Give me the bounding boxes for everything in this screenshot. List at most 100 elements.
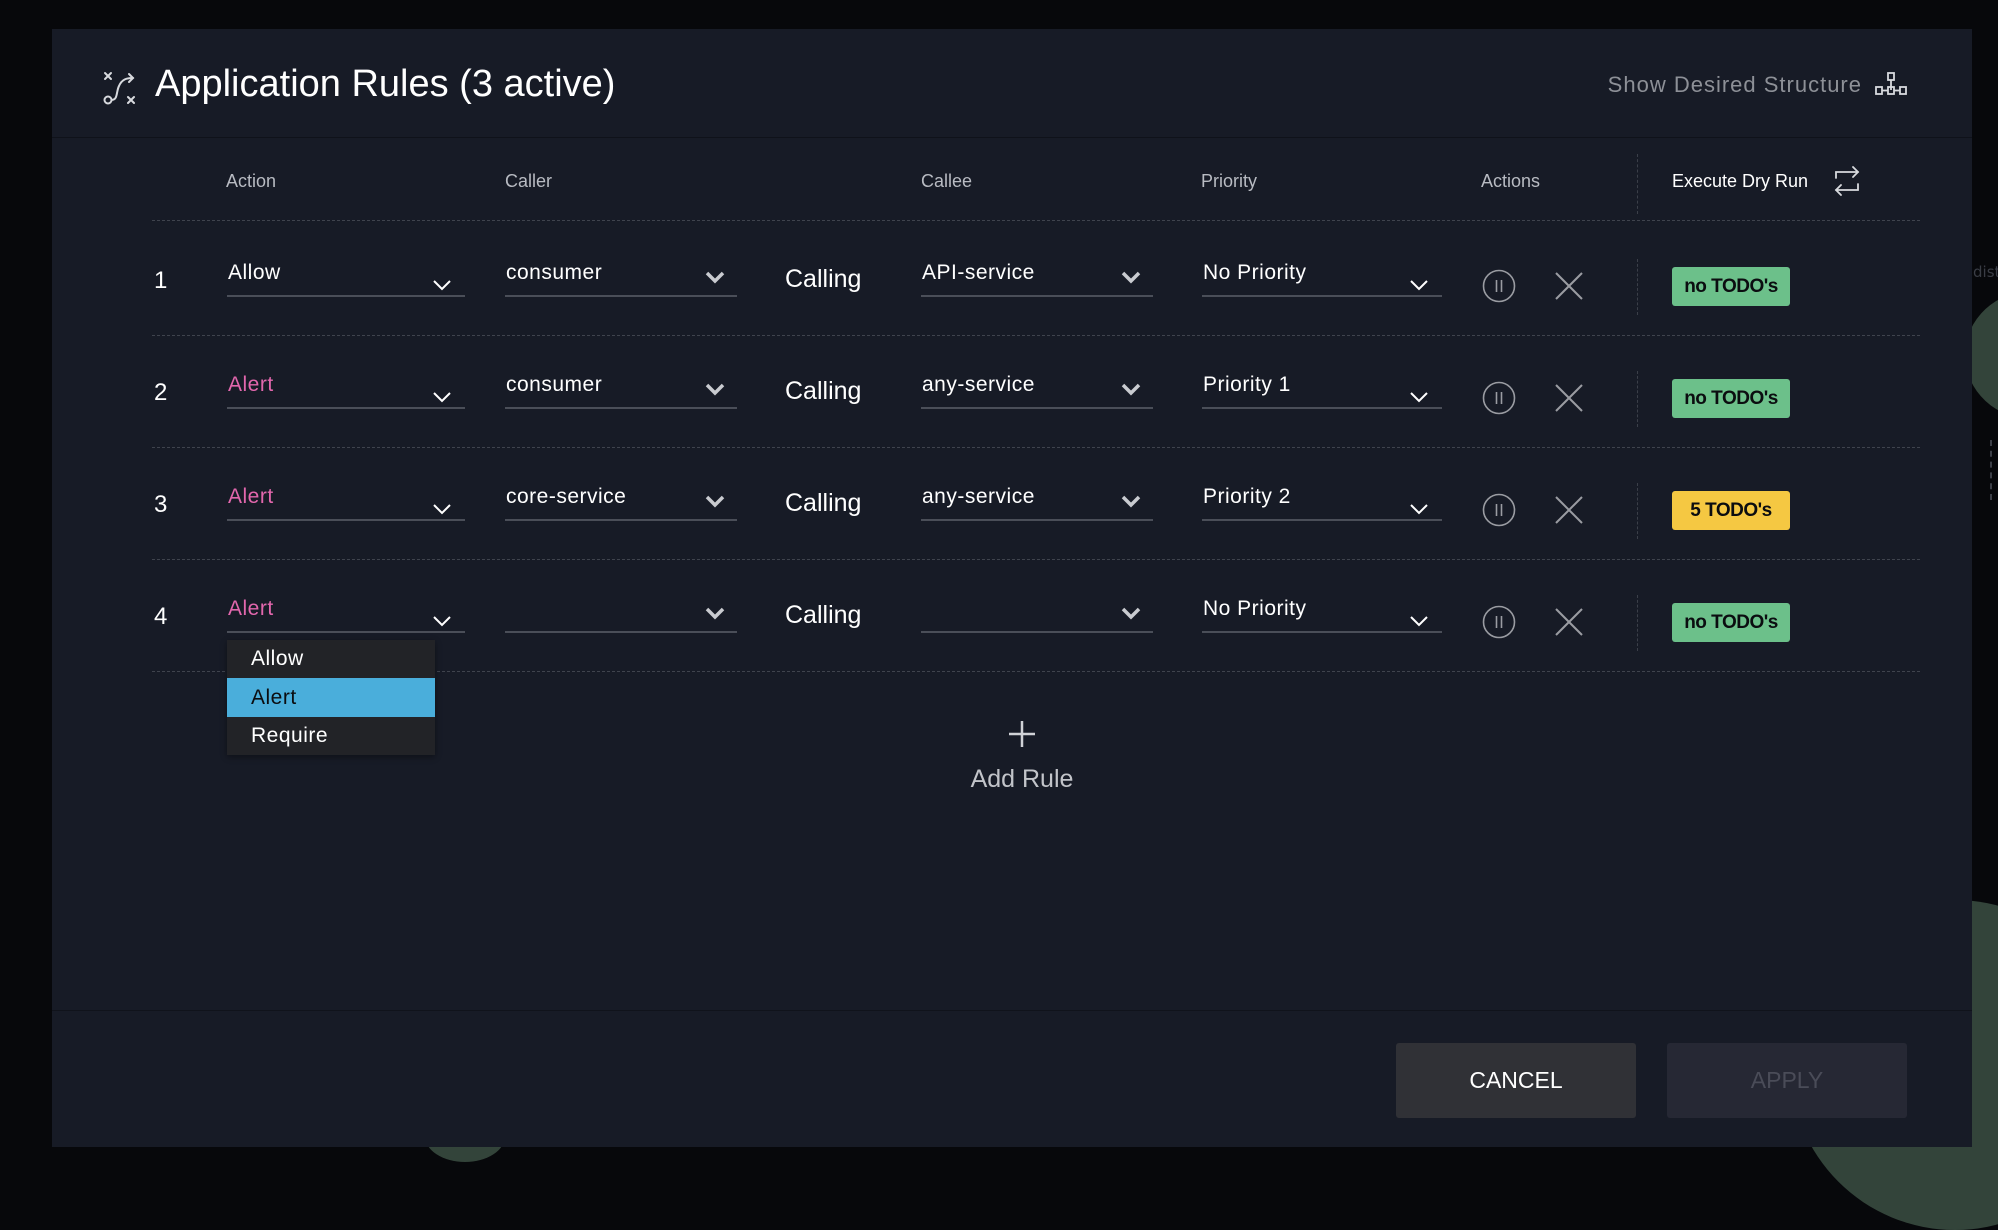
chevron-down-icon — [705, 493, 725, 508]
priority-select-value: Priority 2 — [1203, 485, 1291, 508]
callee-select[interactable]: any-service — [921, 373, 1153, 409]
caller-select[interactable]: consumer — [505, 373, 737, 409]
calling-label: Calling — [785, 601, 862, 629]
caller-select-value: consumer — [506, 261, 603, 284]
delete-rule-button[interactable] — [1554, 271, 1584, 301]
row-divider — [152, 335, 1920, 336]
pause-rule-button[interactable] — [1482, 381, 1516, 415]
priority-select-value: Priority 1 — [1203, 373, 1291, 396]
column-divider — [1637, 154, 1638, 214]
priority-select[interactable]: No Priority — [1202, 597, 1442, 633]
dialog-title: Application Rules (3 active) — [155, 63, 616, 105]
todo-badge[interactable]: no TODO's — [1672, 379, 1790, 418]
chevron-down-icon — [1410, 612, 1428, 627]
callee-select[interactable]: any-service — [921, 485, 1153, 521]
chevron-down-icon — [1410, 276, 1428, 291]
caller-select[interactable]: core-service — [505, 485, 737, 521]
calling-label: Calling — [785, 489, 862, 517]
execute-dry-run-label[interactable]: Execute Dry Run — [1672, 171, 1808, 192]
cancel-button[interactable]: CANCEL — [1396, 1043, 1636, 1118]
background-node-label: dist — [1973, 263, 1998, 281]
apply-button[interactable]: APPLY — [1667, 1043, 1907, 1118]
chevron-down-icon — [1121, 269, 1141, 284]
dropdown-option-allow[interactable]: Allow — [227, 640, 435, 678]
plus-icon — [1009, 721, 1035, 747]
callee-select-value: API-service — [922, 261, 1035, 284]
add-rule-button[interactable]: Add Rule — [952, 689, 1092, 799]
priority-select-value: No Priority — [1203, 597, 1307, 620]
add-rule-label: Add Rule — [970, 765, 1074, 793]
column-divider — [1637, 259, 1638, 315]
column-header-priority: Priority — [1201, 171, 1258, 191]
delete-rule-button[interactable] — [1554, 495, 1584, 525]
priority-select[interactable]: Priority 1 — [1202, 373, 1442, 409]
callee-select[interactable] — [921, 597, 1153, 633]
chevron-down-icon — [1410, 388, 1428, 403]
action-select[interactable]: Alert — [227, 485, 465, 521]
column-header-action: Action — [226, 171, 277, 191]
pause-rule-button[interactable] — [1482, 493, 1516, 527]
show-desired-structure-link[interactable]: Show Desired Structure — [1608, 72, 1862, 98]
todo-badge[interactable]: no TODO's — [1672, 267, 1790, 306]
chevron-down-icon — [705, 381, 725, 396]
rule-number: 3 — [154, 491, 168, 518]
priority-select[interactable]: Priority 2 — [1202, 485, 1442, 521]
rule-number: 4 — [154, 603, 168, 630]
background-edge — [1990, 440, 1992, 500]
chevron-down-icon — [1121, 493, 1141, 508]
column-header-caller: Caller — [505, 171, 553, 191]
action-select[interactable]: Alert — [227, 597, 465, 633]
rule-number: 1 — [154, 267, 168, 294]
caller-select[interactable]: consumer — [505, 261, 737, 297]
row-divider — [152, 447, 1920, 448]
dropdown-option-require[interactable]: Require — [227, 717, 435, 755]
action-select-value: Alert — [228, 485, 274, 508]
action-select-value: Alert — [228, 373, 274, 396]
delete-rule-button[interactable] — [1554, 383, 1584, 413]
header-divider — [152, 220, 1920, 221]
column-divider — [1637, 595, 1638, 651]
action-dropdown-menu: Allow Alert Require — [227, 640, 435, 755]
chevron-down-icon — [433, 276, 451, 291]
column-header-callee: Callee — [921, 171, 973, 191]
pause-rule-button[interactable] — [1482, 605, 1516, 639]
delete-rule-button[interactable] — [1554, 607, 1584, 637]
todo-badge[interactable]: 5 TODO's — [1672, 491, 1790, 530]
calling-label: Calling — [785, 377, 862, 405]
column-header-actions: Actions — [1481, 171, 1541, 191]
chevron-down-icon — [705, 605, 725, 620]
caller-select-value: core-service — [506, 485, 627, 508]
route-icon — [103, 72, 135, 105]
caller-select-value: consumer — [506, 373, 603, 396]
chevron-down-icon — [1121, 605, 1141, 620]
todo-badge[interactable]: no TODO's — [1672, 603, 1790, 642]
chevron-down-icon — [433, 500, 451, 515]
repeat-arrows-icon[interactable] — [1833, 166, 1861, 196]
chevron-down-icon — [1121, 381, 1141, 396]
priority-select[interactable]: No Priority — [1202, 261, 1442, 297]
dialog-header: Application Rules (3 active) Show Desire… — [52, 29, 1972, 138]
chevron-down-icon — [433, 612, 451, 627]
hierarchy-icon[interactable] — [1874, 71, 1908, 99]
callee-select[interactable]: API-service — [921, 261, 1153, 297]
action-select-value: Allow — [228, 261, 281, 284]
chevron-down-icon — [1410, 500, 1428, 515]
callee-select-value: any-service — [922, 373, 1035, 396]
chevron-down-icon — [433, 388, 451, 403]
column-divider — [1637, 371, 1638, 427]
action-select[interactable]: Allow — [227, 261, 465, 297]
action-select-value: Alert — [228, 597, 274, 620]
pause-rule-button[interactable] — [1482, 269, 1516, 303]
priority-select-value: No Priority — [1203, 261, 1307, 284]
row-divider — [152, 559, 1920, 560]
callee-select-value: any-service — [922, 485, 1035, 508]
rule-number: 2 — [154, 379, 168, 406]
footer-divider — [52, 1010, 1972, 1011]
column-divider — [1637, 483, 1638, 539]
action-select[interactable]: Alert — [227, 373, 465, 409]
dropdown-option-alert[interactable]: Alert — [227, 678, 435, 717]
calling-label: Calling — [785, 265, 862, 293]
chevron-down-icon — [705, 269, 725, 284]
caller-select[interactable] — [505, 597, 737, 633]
application-rules-dialog: Application Rules (3 active) Show Desire… — [52, 29, 1972, 1147]
